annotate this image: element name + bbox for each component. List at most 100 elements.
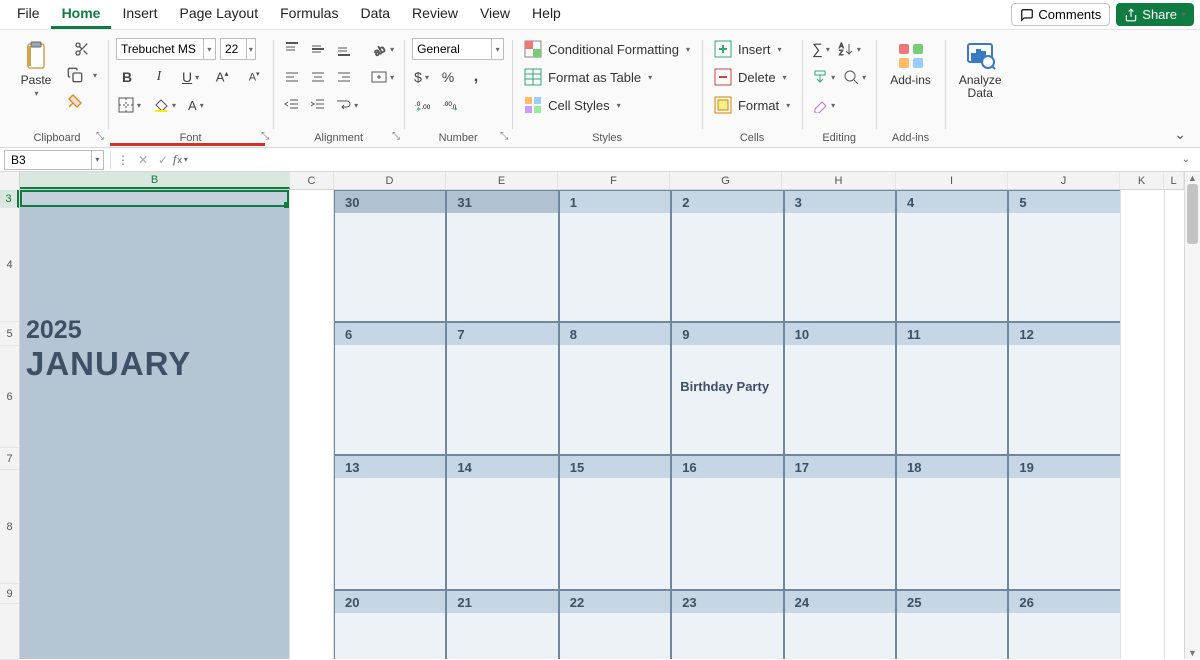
dialog-launcher-icon[interactable]: ⤡	[261, 131, 269, 142]
chevron-down-icon[interactable]: ▾	[91, 151, 103, 169]
calendar-cell[interactable]: 26	[1008, 590, 1120, 659]
collapse-ribbon-button[interactable]: ⌄	[1166, 126, 1194, 143]
calendar-cell[interactable]: 11	[896, 322, 1008, 455]
scroll-up-icon[interactable]: ▲	[1185, 173, 1200, 183]
calendar-cell[interactable]: 31	[446, 190, 558, 322]
menu-tab-help[interactable]: Help	[521, 0, 572, 29]
font-name-combo[interactable]: ▾	[116, 38, 216, 60]
scroll-down-icon[interactable]: ▼	[1185, 648, 1200, 658]
cancel-formula-button[interactable]: ✕	[133, 153, 153, 167]
align-left-button[interactable]	[281, 66, 303, 88]
underline-button[interactable]: U▾	[180, 66, 201, 88]
italic-button[interactable]: I	[148, 66, 170, 88]
calendar-cell[interactable]: 22	[559, 590, 671, 659]
col-header-K[interactable]: K	[1120, 172, 1164, 189]
font-size-combo[interactable]: ▾	[220, 38, 256, 60]
comma-button[interactable]: ,	[465, 66, 487, 88]
calendar-cell[interactable]: 8	[559, 322, 671, 455]
font-color-button[interactable]: A▾	[186, 94, 206, 116]
menu-tab-home[interactable]: Home	[51, 0, 112, 29]
row-header-3[interactable]: 3	[0, 190, 19, 208]
history-icon[interactable]: ⋮	[113, 153, 133, 167]
dialog-launcher-icon[interactable]: ⤡	[96, 131, 104, 142]
cell-styles-button[interactable]: Cell Styles▾	[520, 94, 694, 116]
align-middle-button[interactable]	[307, 38, 329, 60]
merge-button[interactable]: ▾	[369, 66, 396, 88]
row-header-5[interactable]: 5	[0, 322, 19, 346]
insert-cells-button[interactable]: Insert▾	[710, 38, 794, 60]
calendar-cell[interactable]: 9Birthday Party	[671, 322, 783, 455]
decrease-indent-button[interactable]	[281, 94, 303, 116]
font-name-input[interactable]	[117, 42, 203, 56]
comments-button[interactable]: Comments	[1011, 3, 1110, 26]
expand-formula-bar-button[interactable]: ⌄	[1172, 154, 1200, 165]
cells-area[interactable]: 2025 JANUARY 3031123456789Birthday Party…	[20, 190, 1184, 659]
menu-tab-formulas[interactable]: Formulas	[269, 0, 349, 29]
col-header-C[interactable]: C	[290, 172, 334, 189]
name-box-input[interactable]	[5, 153, 91, 167]
col-header-H[interactable]: H	[782, 172, 896, 189]
paste-button[interactable]: Paste ▾	[14, 38, 58, 100]
calendar-cell[interactable]: 13	[334, 455, 446, 590]
calendar-cell[interactable]: 24	[784, 590, 896, 659]
sort-filter-button[interactable]: AZ▾	[836, 38, 863, 60]
increase-indent-button[interactable]	[307, 94, 329, 116]
align-top-button[interactable]	[281, 38, 303, 60]
enter-formula-button[interactable]: ✓	[153, 153, 173, 167]
calendar-cell[interactable]: 19	[1008, 455, 1120, 590]
clear-button[interactable]: ▾	[810, 94, 837, 116]
menu-tab-file[interactable]: File	[6, 0, 51, 29]
col-header-E[interactable]: E	[446, 172, 558, 189]
copy-button[interactable]	[64, 64, 86, 86]
row-header-4[interactable]: 4	[0, 208, 19, 322]
calendar-cell[interactable]: 10	[784, 322, 896, 455]
align-center-button[interactable]	[307, 66, 329, 88]
scroll-thumb[interactable]	[1187, 184, 1198, 244]
find-select-button[interactable]: ▾	[841, 66, 868, 88]
col-header-D[interactable]: D	[334, 172, 446, 189]
chevron-down-icon[interactable]: ▾	[184, 155, 188, 164]
format-as-table-button[interactable]: Format as Table▾	[520, 66, 694, 88]
vertical-scrollbar[interactable]: ▲ ▼	[1184, 172, 1200, 659]
row-header-7[interactable]: 7	[0, 448, 19, 470]
addins-button[interactable]: Add-ins	[884, 38, 937, 89]
orientation-button[interactable]: ab▾	[369, 38, 396, 60]
calendar-cell[interactable]: 4	[896, 190, 1008, 322]
col-header-J[interactable]: J	[1008, 172, 1120, 189]
calendar-cell[interactable]: 30	[334, 190, 446, 322]
row-header-8[interactable]: 8	[0, 470, 19, 584]
conditional-formatting-button[interactable]: Conditional Formatting▾	[520, 38, 694, 60]
cut-button[interactable]	[64, 38, 100, 60]
share-button[interactable]: Share ▾	[1116, 3, 1194, 26]
col-header-F[interactable]: F	[558, 172, 670, 189]
font-size-input[interactable]	[221, 42, 246, 56]
calendar-cell[interactable]: 17	[784, 455, 896, 590]
chevron-down-icon[interactable]: ▾	[203, 39, 215, 59]
menu-tab-insert[interactable]: Insert	[111, 0, 168, 29]
calendar-cell[interactable]: 21	[446, 590, 558, 659]
menu-tab-review[interactable]: Review	[401, 0, 469, 29]
calendar-cell[interactable]: 12	[1008, 322, 1120, 455]
number-format-input[interactable]	[413, 42, 491, 56]
chevron-down-icon[interactable]: ▾	[246, 39, 255, 59]
borders-button[interactable]: ▾	[116, 94, 143, 116]
calendar-cell[interactable]: 15	[559, 455, 671, 590]
chevron-down-icon[interactable]: ▾	[90, 71, 100, 80]
col-header-G[interactable]: G	[670, 172, 782, 189]
bold-button[interactable]: B	[116, 66, 138, 88]
calendar-cell[interactable]: 1	[559, 190, 671, 322]
col-header-I[interactable]: I	[896, 172, 1008, 189]
currency-button[interactable]: $▾	[412, 66, 431, 88]
autosum-button[interactable]: ∑▾	[810, 38, 832, 60]
dialog-launcher-icon[interactable]: ⤡	[500, 131, 508, 142]
chevron-down-icon[interactable]: ▾	[491, 39, 503, 59]
align-bottom-button[interactable]	[333, 38, 355, 60]
format-cells-button[interactable]: Format▾	[710, 94, 794, 116]
row-header-9[interactable]: 9	[0, 584, 19, 604]
wrap-text-button[interactable]: ▾	[333, 94, 360, 116]
dialog-launcher-icon[interactable]: ⤡	[392, 131, 400, 142]
align-right-button[interactable]	[333, 66, 355, 88]
calendar-cell[interactable]: 3	[784, 190, 896, 322]
delete-cells-button[interactable]: Delete▾	[710, 66, 794, 88]
calendar-cell[interactable]: 20	[334, 590, 446, 659]
